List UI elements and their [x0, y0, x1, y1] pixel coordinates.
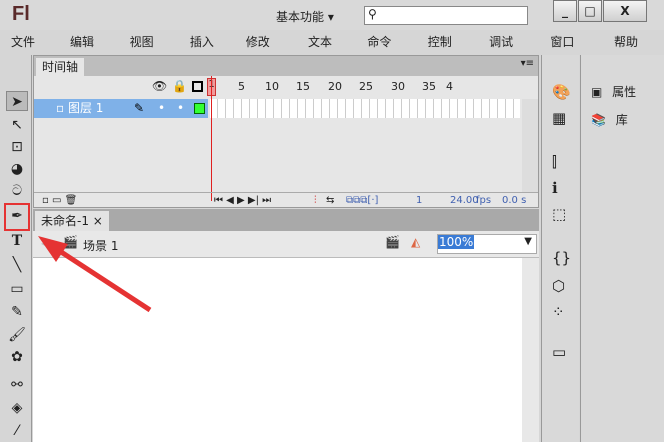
annotation-arrow: [38, 236, 152, 313]
